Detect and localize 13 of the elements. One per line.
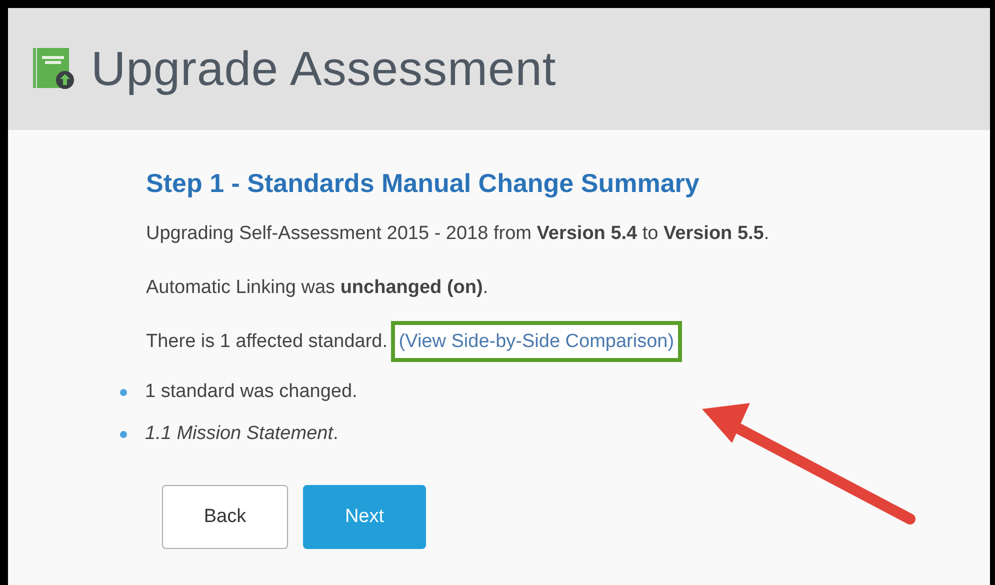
step-heading: Step 1 - Standards Manual Change Summary — [146, 168, 700, 199]
comparison-link[interactable]: (View Side-by-Side Comparison) — [390, 321, 682, 362]
list-item: 1 standard was changed. — [145, 381, 358, 403]
book-upload-icon — [33, 48, 75, 90]
bullet-icon — [120, 430, 127, 438]
list-item: 1.1 Mission Statement. — [145, 423, 338, 445]
paragraph: Automatic Linking was unchanged (on). — [146, 277, 490, 299]
next-button[interactable]: Next — [303, 485, 426, 549]
paragraph: Upgrading Self-Assessment 2015 - 2018 from Version 5.4 to Version 5.5. — [146, 223, 770, 245]
back-button[interactable]: Back — [162, 485, 288, 549]
paragraph: There is 1 affected standard. — [146, 331, 389, 352]
window-title: Upgrade Assessment — [91, 42, 556, 96]
bullet-icon — [120, 388, 127, 396]
